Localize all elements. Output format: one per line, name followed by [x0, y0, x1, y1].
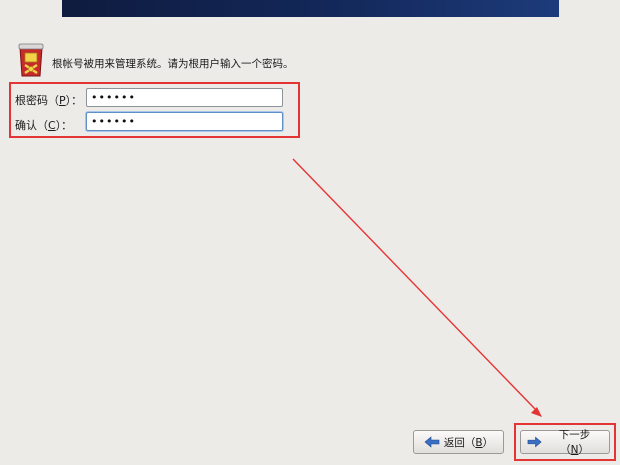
password-input[interactable]	[86, 88, 283, 107]
next-button-label: 下一步（N）	[546, 427, 603, 457]
next-button-suffix: ）	[578, 444, 589, 456]
root-user-icon	[18, 43, 44, 77]
password-label-prefix: 根密码（	[15, 94, 59, 107]
arrow-left-icon	[424, 436, 440, 448]
back-button[interactable]: 返回（B）	[413, 430, 504, 454]
confirm-label: 确认（C）：	[15, 117, 72, 133]
confirm-label-mnemonic: C	[48, 119, 56, 132]
info-text: 根帐号被用来管理系统。请为根用户输入一个密码。	[52, 58, 294, 70]
back-button-suffix: ）	[482, 436, 494, 449]
password-label-suffix: ）：	[65, 94, 83, 107]
next-button[interactable]: 下一步（N）	[520, 427, 610, 457]
back-button-label: 返回（B）	[444, 435, 493, 450]
arrow-right-icon	[527, 436, 542, 448]
password-label: 根密码（P）：	[15, 92, 82, 108]
confirm-password-input[interactable]	[86, 112, 283, 131]
confirm-label-prefix: 确认（	[15, 119, 48, 132]
back-button-mnemonic: B	[475, 436, 483, 449]
header-banner	[62, 0, 559, 17]
back-button-prefix: 返回（	[443, 436, 476, 449]
confirm-label-suffix: ）：	[55, 119, 73, 132]
password-label-mnemonic: P	[59, 94, 66, 107]
